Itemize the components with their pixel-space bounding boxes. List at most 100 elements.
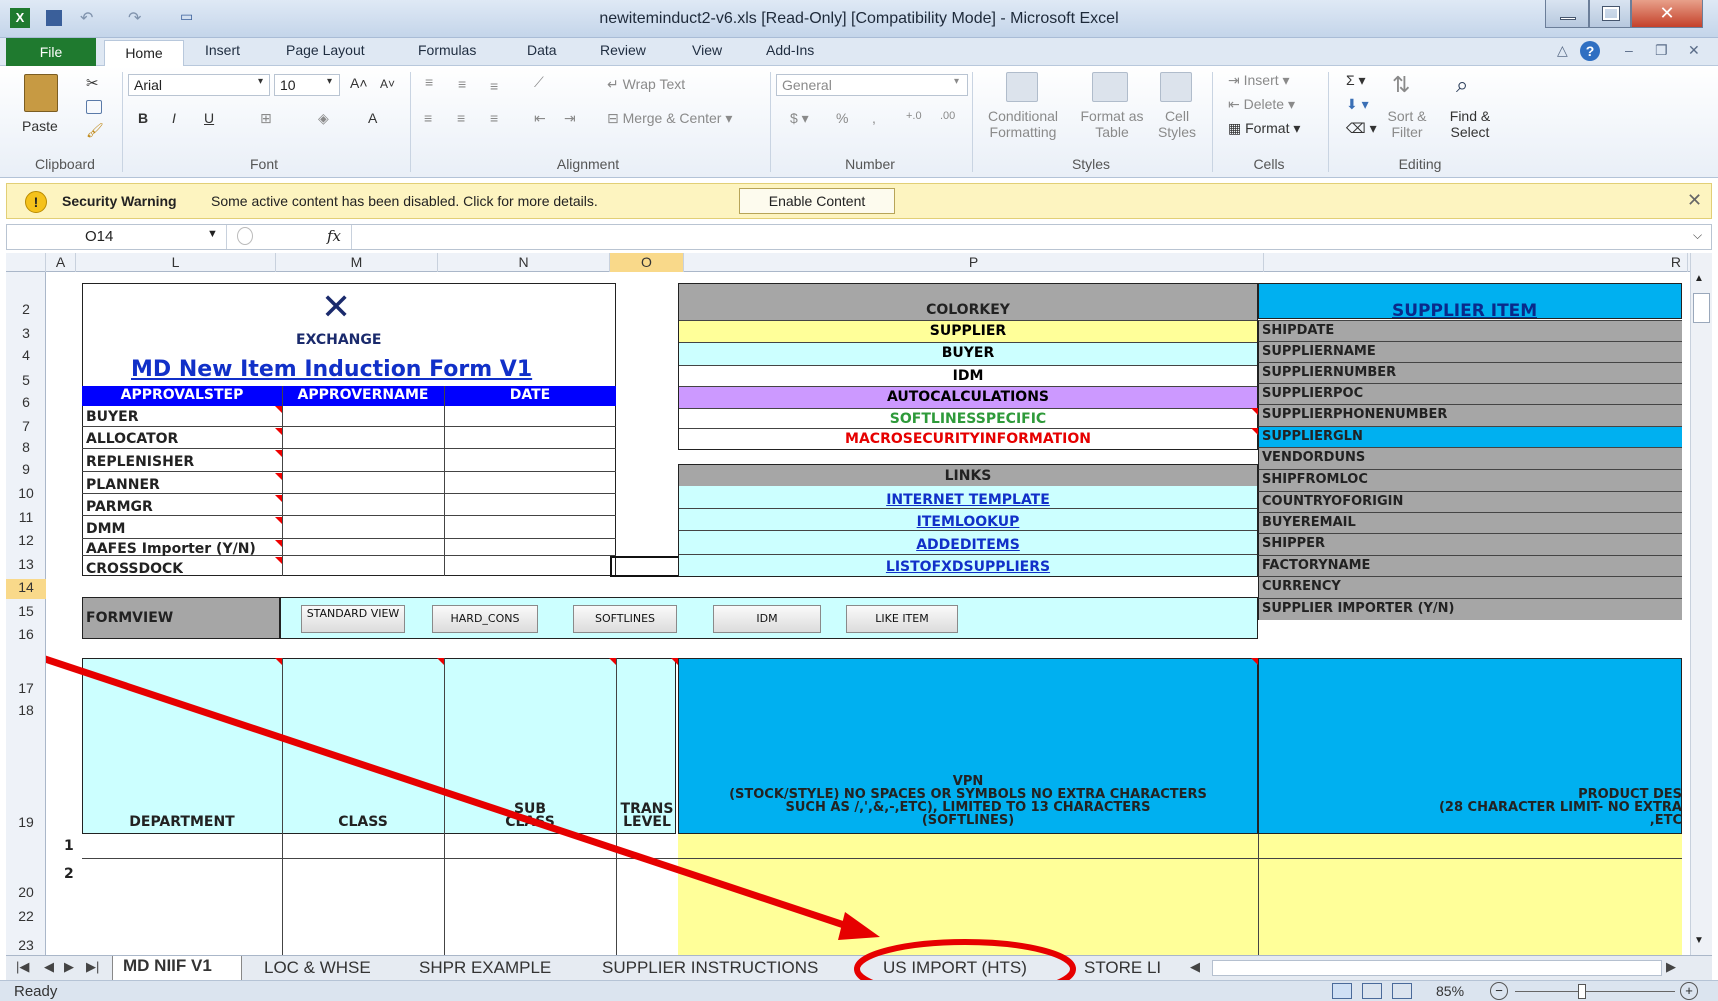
clear-icon[interactable]: ⌫ ▾ <box>1346 120 1377 137</box>
cell-styles-icon[interactable] <box>1160 72 1192 102</box>
tab-last-icon[interactable]: ▶| <box>86 959 99 975</box>
orientation-icon[interactable]: ⟋ <box>534 74 544 91</box>
comment-indicator[interactable] <box>1251 408 1258 415</box>
tab-data[interactable]: Data <box>527 42 557 58</box>
row-header[interactable]: 16 <box>6 626 46 642</box>
tab-add-ins[interactable]: Add-Ins <box>766 42 814 58</box>
worksheet-grid[interactable]: ✕ EXCHANGE MD New Item Induction Form V1… <box>46 272 1682 955</box>
sort-filter-button[interactable]: Sort & Filter <box>1380 108 1434 140</box>
align-middle-icon[interactable]: ≡ <box>458 76 466 92</box>
underline-icon[interactable]: U <box>204 110 214 126</box>
conditional-formatting-icon[interactable] <box>1006 72 1038 102</box>
insert-cells-button[interactable]: ⇥ Insert ▾ <box>1228 72 1290 89</box>
scroll-up-icon[interactable]: ▲ <box>1694 273 1704 284</box>
sheet-tab-store-li[interactable]: STORE LI <box>1084 958 1168 978</box>
tab-scroll-right-icon[interactable]: ▶ <box>1666 959 1676 975</box>
tab-formulas[interactable]: Formulas <box>418 42 476 58</box>
row-header[interactable]: 19 <box>6 814 46 830</box>
sheet-tab-shpr-example[interactable]: SHPR EXAMPLE <box>419 958 551 978</box>
format-painter-icon[interactable]: 🖌 <box>86 122 104 139</box>
bold-icon[interactable]: B <box>138 110 148 126</box>
tab-view[interactable]: View <box>692 42 722 58</box>
row-header[interactable]: 11 <box>6 509 46 525</box>
copy-icon[interactable] <box>86 100 102 114</box>
paste-button-label[interactable]: Paste <box>22 118 58 134</box>
row-header[interactable]: 18 <box>6 702 46 718</box>
align-left-icon[interactable]: ≡ <box>424 110 432 126</box>
shrink-font-icon[interactable]: A˅ <box>380 77 395 91</box>
column-header-m[interactable]: M <box>276 253 438 272</box>
sort-filter-icon[interactable]: ⇅ <box>1392 72 1410 98</box>
zoom-slider-track[interactable] <box>1515 991 1675 992</box>
close-warning-icon[interactable]: ✕ <box>1687 190 1702 211</box>
font-name-combo[interactable]: Arial <box>128 74 270 96</box>
row-header[interactable]: 6 <box>6 394 46 410</box>
name-box[interactable]: O14 ▼ <box>7 225 227 249</box>
tab-insert[interactable]: Insert <box>205 42 240 58</box>
column-header-a[interactable]: A <box>46 253 76 272</box>
row-header[interactable]: 23 <box>6 937 46 953</box>
align-right-icon[interactable]: ≡ <box>490 110 498 126</box>
page-layout-view-icon[interactable] <box>1362 983 1382 999</box>
format-cells-button[interactable]: ▦ Format ▾ <box>1228 120 1300 137</box>
autosum-icon[interactable]: Σ ▾ <box>1346 72 1366 89</box>
tab-review[interactable]: Review <box>600 42 646 58</box>
comment-indicator[interactable] <box>1251 658 1258 665</box>
page-break-view-icon[interactable] <box>1392 983 1412 999</box>
row-header[interactable]: 22 <box>6 908 46 924</box>
zoom-in-icon[interactable]: + <box>1680 982 1698 1000</box>
row-header-active[interactable]: 14 <box>6 579 46 599</box>
find-select-icon[interactable]: ⌕ <box>1456 72 1468 98</box>
expand-formula-bar-icon[interactable]: ⌵ <box>1693 228 1702 243</box>
select-all-corner[interactable] <box>6 253 46 272</box>
tab-file[interactable]: File <box>6 38 96 66</box>
vertical-scrollbar[interactable]: ▲ ▼ <box>1690 253 1712 955</box>
increase-indent-icon[interactable]: ⇥ <box>564 110 576 127</box>
scroll-down-icon[interactable]: ▼ <box>1694 935 1704 946</box>
sheet-tab-supplier-instructions[interactable]: SUPPLIER INSTRUCTIONS <box>602 958 818 978</box>
number-format-combo[interactable]: General <box>776 74 968 96</box>
tab-first-icon[interactable]: |◀ <box>16 959 29 975</box>
column-header-r[interactable]: R <box>1264 253 1688 272</box>
tab-prev-icon[interactable]: ◀ <box>44 959 54 975</box>
collapse-ribbon-icon[interactable]: △ <box>1557 42 1568 59</box>
find-select-button[interactable]: Find & Select <box>1440 108 1500 140</box>
row-header[interactable]: 20 <box>6 884 46 900</box>
currency-icon[interactable]: $ ▾ <box>790 110 809 127</box>
sheet-tab-md-niif[interactable]: MD NIIF V1 <box>112 956 242 981</box>
formula-input[interactable] <box>357 228 1677 248</box>
workbook-close-icon[interactable]: ✕ <box>1688 42 1700 59</box>
format-as-table-icon[interactable] <box>1092 72 1128 102</box>
row-header[interactable]: 5 <box>6 372 46 388</box>
font-color-icon[interactable]: A <box>368 110 377 126</box>
normal-view-icon[interactable] <box>1332 983 1352 999</box>
grow-font-icon[interactable]: A˄ <box>350 75 368 91</box>
conditional-formatting-button[interactable]: Conditional Formatting <box>980 108 1066 140</box>
help-icon[interactable]: ? <box>1580 41 1600 61</box>
column-header-n[interactable]: N <box>438 253 610 272</box>
align-center-icon[interactable]: ≡ <box>457 110 465 126</box>
row-header[interactable]: 17 <box>6 680 46 696</box>
row-header[interactable]: 13 <box>6 556 46 572</box>
row-header[interactable]: 4 <box>6 347 46 363</box>
restore-button[interactable] <box>1589 0 1631 28</box>
row-header[interactable]: 9 <box>6 461 46 477</box>
decrease-decimal-icon[interactable]: .00 <box>940 110 955 122</box>
row-header[interactable]: 2 <box>6 301 46 317</box>
sheet-tab-loc-whse[interactable]: LOC & WHSE <box>264 958 371 978</box>
zoom-out-icon[interactable]: − <box>1490 982 1508 1000</box>
wrap-text-button[interactable]: ↵ Wrap Text <box>607 76 685 93</box>
security-warning-message[interactable]: Some active content has been disabled. C… <box>211 193 598 209</box>
align-top-icon[interactable]: ≡ <box>425 74 433 90</box>
fill-color-icon[interactable]: ◈ <box>318 110 329 127</box>
borders-icon[interactable]: ⊞ <box>260 110 272 127</box>
row-header[interactable]: 8 <box>6 439 46 455</box>
decrease-indent-icon[interactable]: ⇤ <box>534 110 546 127</box>
workbook-minimize-icon[interactable]: – <box>1625 42 1633 58</box>
font-name-dropdown-icon[interactable]: ▾ <box>258 76 263 87</box>
column-header-p[interactable]: P <box>684 253 1264 272</box>
expand-formula-icon[interactable] <box>237 227 253 245</box>
row-header[interactable]: 12 <box>6 532 46 548</box>
tab-page-layout[interactable]: Page Layout <box>286 42 365 58</box>
merge-center-button[interactable]: ⊟ Merge & Center ▾ <box>607 110 732 127</box>
